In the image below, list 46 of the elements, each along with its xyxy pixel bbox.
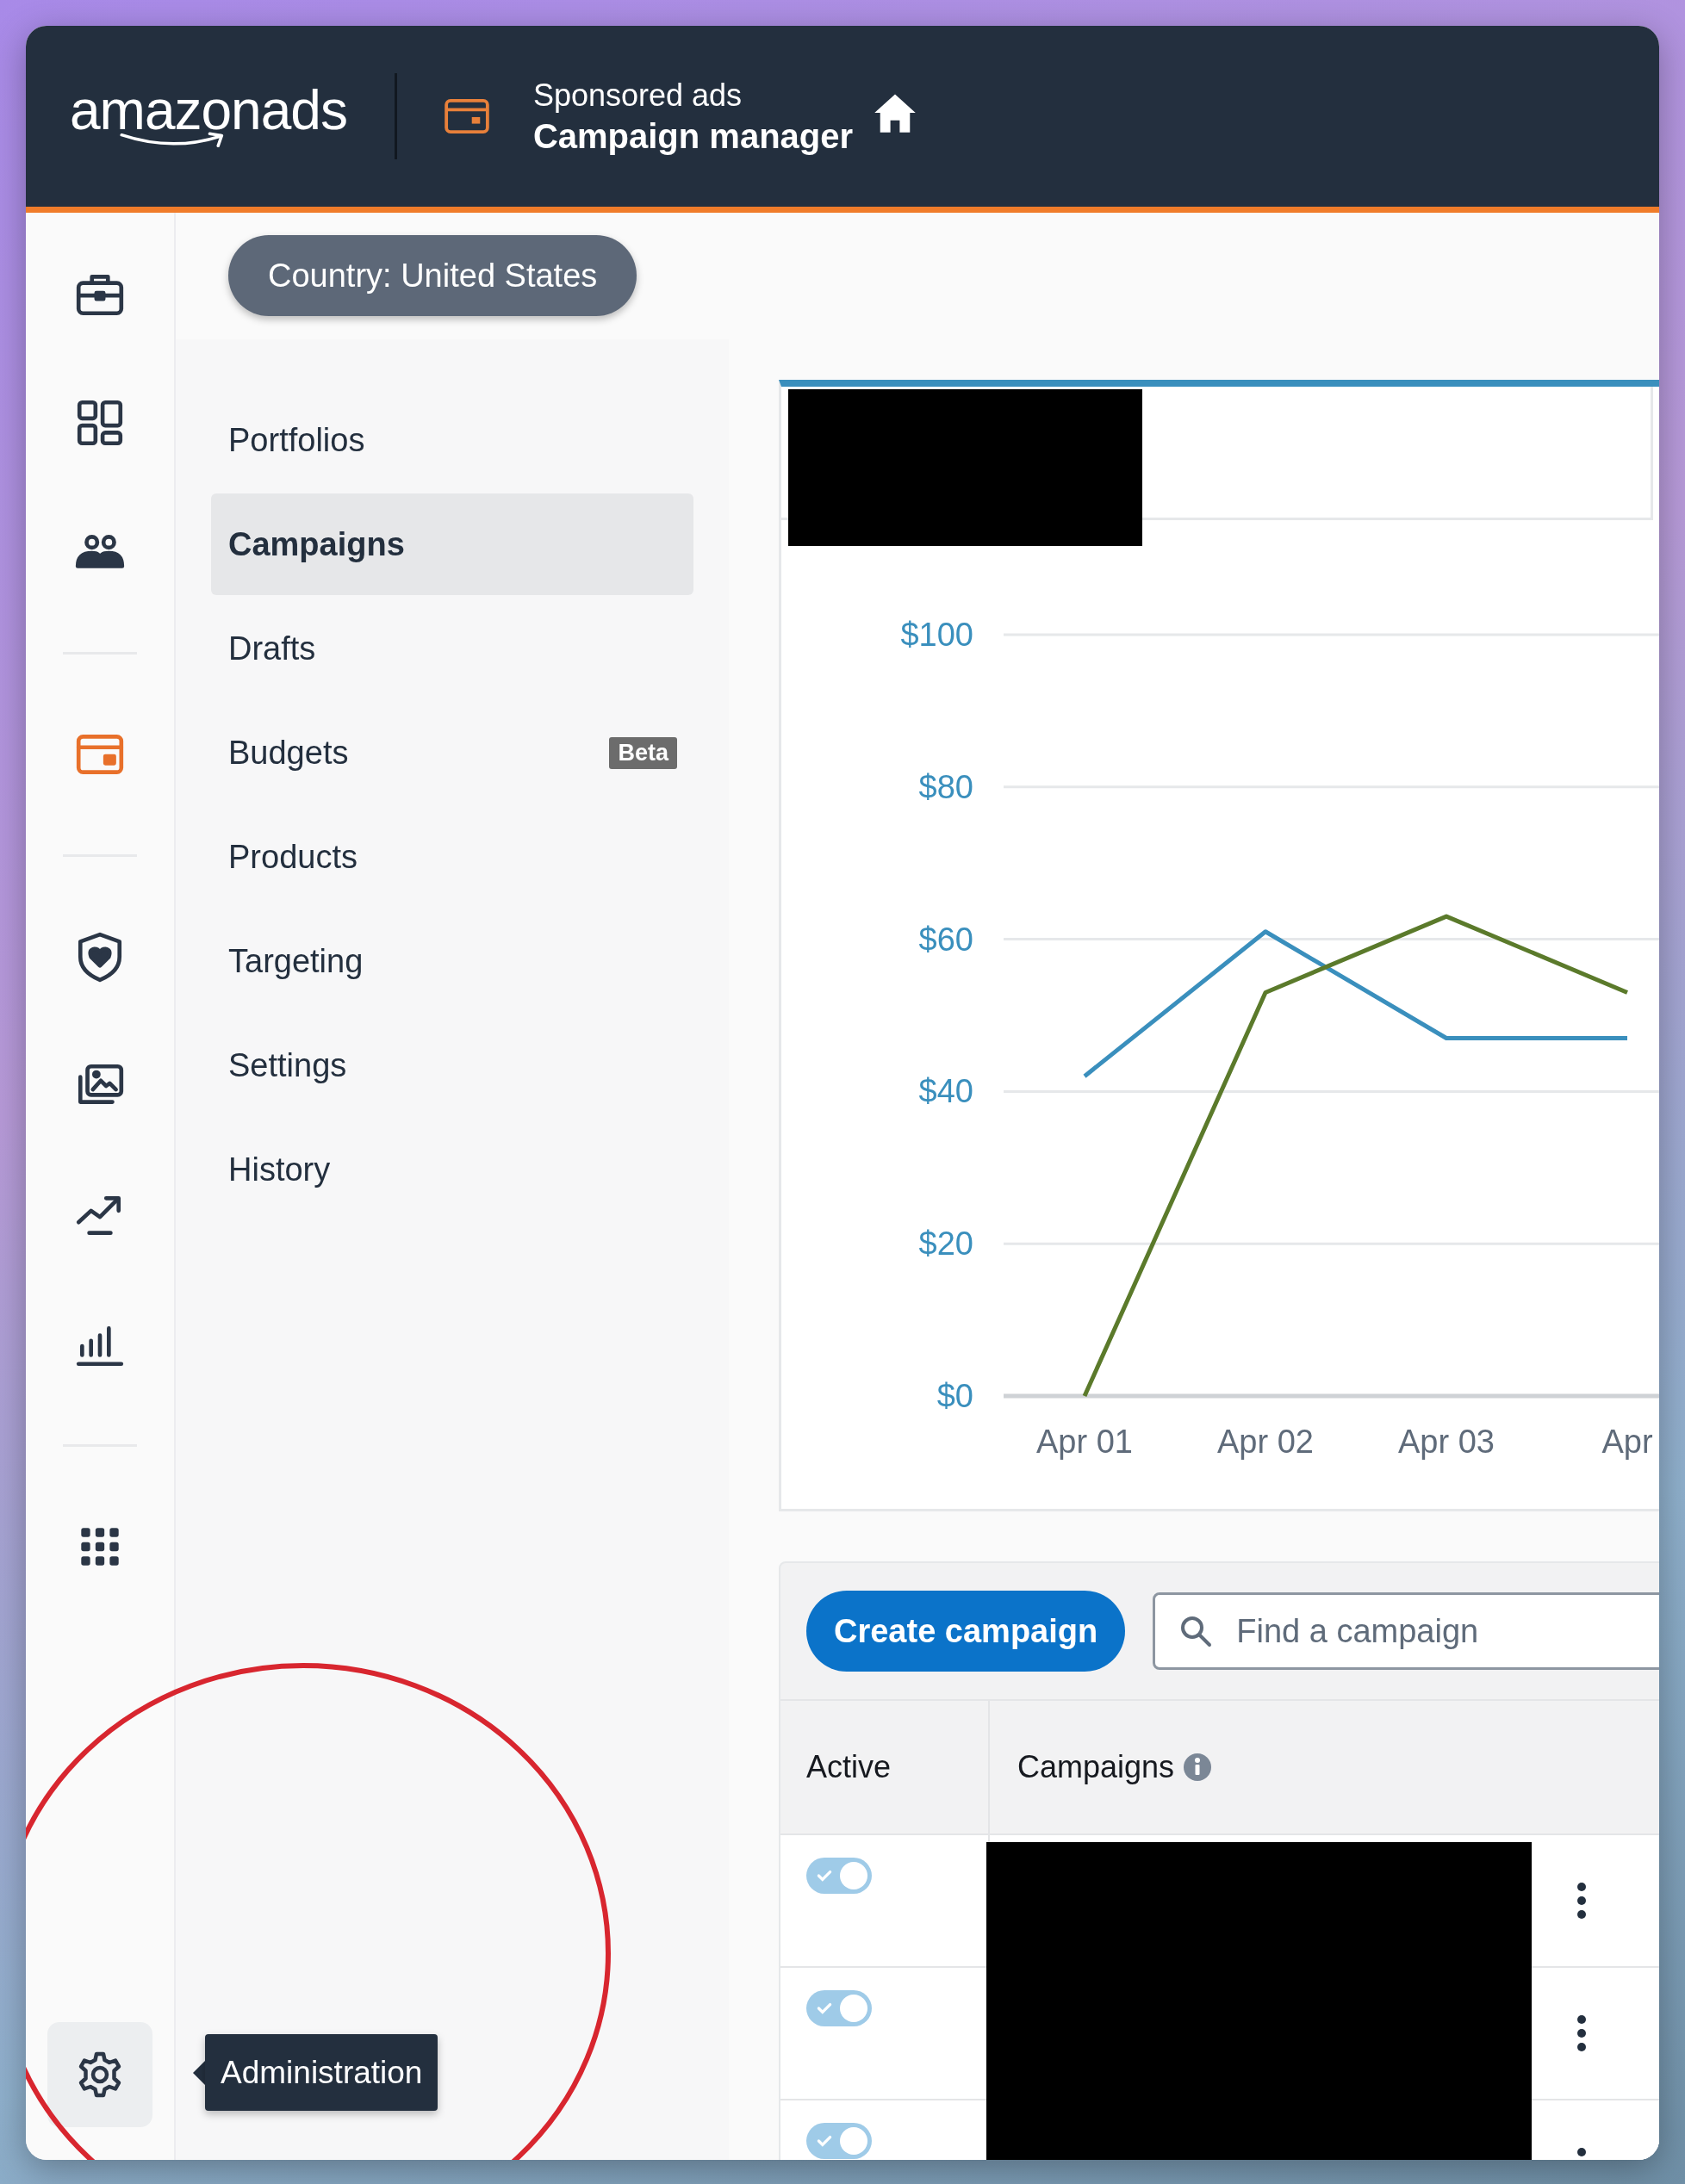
nav-item-label: Settings	[228, 1046, 347, 1084]
settings-button[interactable]	[47, 2022, 152, 2127]
y-axis-label: $40	[918, 1073, 973, 1110]
nav-item-label: Targeting	[228, 942, 364, 980]
more-options-icon[interactable]	[1576, 1882, 1587, 1920]
logo[interactable]: amazonads	[70, 83, 347, 150]
x-axis-label: Apr	[1601, 1424, 1653, 1460]
nav-item[interactable]: Budgets Beta	[211, 702, 693, 803]
nav-item[interactable]: Campaigns	[211, 493, 693, 595]
x-axis-label: Apr 01	[1036, 1424, 1133, 1460]
nav-item-label: History	[228, 1151, 331, 1188]
nav-item[interactable]: Drafts	[211, 598, 693, 699]
column-header: Campaigns	[1017, 1749, 1175, 1785]
nav-item[interactable]: Products	[211, 806, 693, 908]
create-campaign-button[interactable]: Create campaign	[806, 1591, 1126, 1672]
y-axis-label: $80	[918, 768, 973, 805]
column-header: Active	[806, 1749, 892, 1785]
card-icon	[443, 98, 490, 134]
search-field[interactable]: Find a campaign	[1153, 1592, 1659, 1670]
more-options-icon[interactable]	[1576, 2014, 1587, 2052]
product-title: Campaign manager	[532, 116, 854, 156]
active-toggle[interactable]	[806, 1990, 872, 2026]
active-toggle[interactable]	[806, 2123, 872, 2159]
nav-item-label: Budgets	[228, 734, 349, 772]
x-axis-label: Apr 02	[1217, 1424, 1314, 1460]
nav-item[interactable]: Targeting	[211, 910, 693, 1012]
y-axis-label: $100	[900, 617, 973, 653]
nav-item-label: Portfolios	[228, 421, 365, 459]
nav-item[interactable]: Settings	[211, 1014, 693, 1116]
search-icon	[1178, 1614, 1214, 1648]
x-axis-label: Apr 03	[1398, 1424, 1495, 1460]
nav-item[interactable]: History	[211, 1119, 693, 1220]
y-axis-label: $0	[936, 1378, 973, 1414]
administration-tooltip: Administration	[205, 2034, 438, 2111]
nav-item[interactable]: Portfolios	[211, 389, 693, 491]
active-toggle[interactable]	[806, 1858, 872, 1894]
country-filter-button[interactable]: Country: United States	[228, 235, 637, 316]
nav-item-label: Drafts	[228, 630, 316, 667]
nav-item-label: Products	[228, 838, 358, 876]
y-axis-label: $20	[918, 1225, 973, 1263]
beta-badge: Beta	[609, 736, 677, 769]
info-icon[interactable]	[1183, 1753, 1213, 1782]
y-axis-label: $60	[918, 921, 973, 958]
tooltip-arrow	[193, 2060, 205, 2085]
nav-item-label: Campaigns	[228, 525, 405, 563]
product-subtitle: Sponsored ads	[532, 77, 743, 114]
